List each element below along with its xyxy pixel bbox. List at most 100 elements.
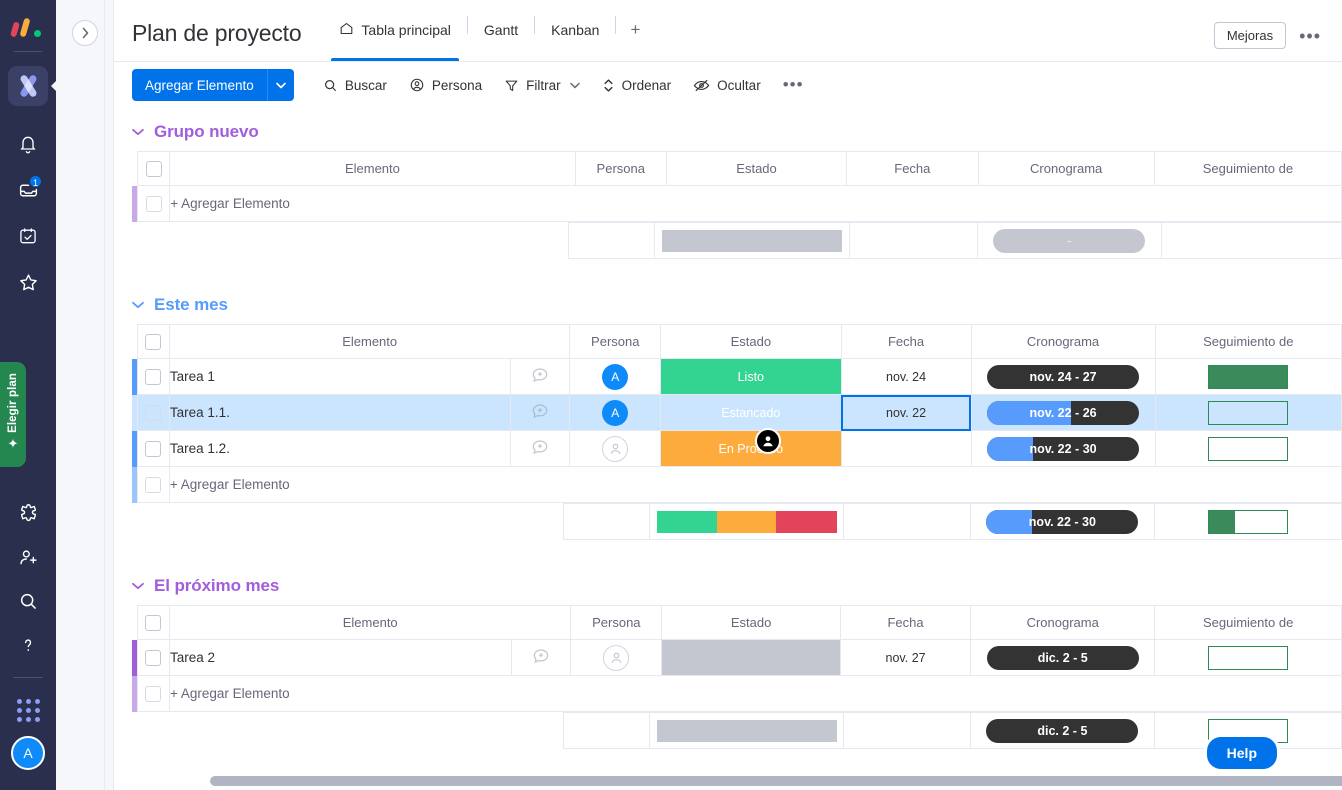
expand-sidebar-button[interactable] <box>72 20 98 46</box>
progress-cell[interactable] <box>1155 395 1341 431</box>
tab-tabla-principal[interactable]: Tabla principal <box>323 0 467 61</box>
chevron-down-icon[interactable] <box>132 579 144 593</box>
row-checkbox-cell[interactable] <box>137 359 169 395</box>
select-all-checkbox[interactable] <box>145 615 161 631</box>
column-header-status[interactable]: Estado <box>661 325 841 359</box>
add-item-button[interactable]: Agregar Elemento <box>132 69 267 101</box>
date-cell[interactable]: nov. 24 <box>841 359 971 395</box>
my-work-calendar-icon[interactable] <box>10 218 46 254</box>
summary-timeline-cell[interactable]: dic. 2 - 5 <box>970 713 1154 749</box>
row-checkbox-cell[interactable] <box>137 431 169 467</box>
column-header-status[interactable]: Estado <box>662 606 841 640</box>
column-header-person[interactable]: Persona <box>575 152 666 186</box>
add-item-split-button[interactable]: Agregar Elemento <box>132 69 294 101</box>
column-header-item[interactable]: Elemento <box>169 325 570 359</box>
avatar-placeholder-icon[interactable] <box>602 436 628 462</box>
select-all-cell[interactable] <box>137 152 169 186</box>
comments-cell[interactable] <box>512 640 571 676</box>
avatar-placeholder-icon[interactable] <box>603 645 629 671</box>
comments-cell[interactable] <box>511 431 570 467</box>
item-name-cell[interactable]: Tarea 1.1. <box>169 395 510 431</box>
row-checkbox[interactable] <box>146 196 162 212</box>
row-checkbox[interactable] <box>145 405 161 421</box>
products-grid-icon[interactable] <box>10 692 46 728</box>
avatar[interactable]: A <box>602 364 628 390</box>
group-header[interactable]: El próximo mes <box>114 562 1342 605</box>
row-checkbox[interactable] <box>145 686 161 702</box>
column-header-timeline[interactable]: Cronograma <box>978 152 1154 186</box>
summary-timeline-cell[interactable]: nov. 22 - 30 <box>970 504 1154 540</box>
column-header-date[interactable]: Fecha <box>840 606 970 640</box>
filter-button[interactable]: Filtrar <box>493 69 591 101</box>
add-item-caret-icon[interactable] <box>267 69 294 101</box>
horizontal-scrollbar[interactable] <box>210 776 1342 786</box>
notifications-bell-icon[interactable] <box>10 126 46 162</box>
row-checkbox[interactable] <box>145 477 161 493</box>
timeline-cell[interactable]: nov. 22 - 26 <box>971 395 1155 431</box>
add-view-button[interactable]: + <box>616 0 654 61</box>
search-everything-icon[interactable] <box>10 583 46 619</box>
sort-button[interactable]: Ordenar <box>591 69 683 101</box>
comments-cell[interactable] <box>511 359 570 395</box>
add-item-inline-button[interactable]: + Agregar Elemento <box>169 467 1341 503</box>
table-row[interactable]: Tarea 2 nov. 27 <box>132 640 1342 676</box>
comment-add-icon[interactable] <box>530 371 550 388</box>
row-checkbox-cell[interactable] <box>137 640 169 676</box>
comment-add-icon[interactable] <box>531 652 551 669</box>
person-cell[interactable]: A <box>570 359 661 395</box>
select-all-cell[interactable] <box>137 606 169 640</box>
person-cell[interactable]: A <box>570 395 661 431</box>
person-filter-button[interactable]: Persona <box>398 69 493 101</box>
avatar[interactable]: A <box>602 400 628 426</box>
status-cell[interactable]: En Proceso <box>661 431 841 467</box>
column-header-item[interactable]: Elemento <box>169 606 570 640</box>
chevron-down-icon[interactable] <box>132 125 144 139</box>
timeline-cell[interactable]: nov. 24 - 27 <box>971 359 1155 395</box>
select-all-cell[interactable] <box>137 325 169 359</box>
select-all-checkbox[interactable] <box>146 161 162 177</box>
column-header-date[interactable]: Fecha <box>847 152 978 186</box>
row-checkbox-cell[interactable] <box>137 676 169 712</box>
add-item-row[interactable]: + Agregar Elemento <box>132 676 1342 712</box>
table-row[interactable]: Tarea 1.2. En Proceso <box>132 431 1342 467</box>
inbox-icon[interactable]: 1 <box>10 172 46 208</box>
timeline-cell[interactable]: nov. 22 - 30 <box>971 431 1155 467</box>
choose-plan-tab[interactable]: Elegir plan ✦ <box>0 362 26 467</box>
progress-cell[interactable] <box>1155 431 1341 467</box>
item-name-cell[interactable]: Tarea 2 <box>169 640 511 676</box>
favorites-star-icon[interactable] <box>10 264 46 300</box>
toolbar-more-button[interactable]: ••• <box>772 75 815 95</box>
invite-members-icon[interactable] <box>10 539 46 575</box>
workspace-tile[interactable] <box>8 66 48 106</box>
comment-add-icon[interactable] <box>530 407 550 424</box>
table-row[interactable]: Tarea 1.1. A Estancado nov. 22 <box>132 395 1342 431</box>
row-checkbox-cell[interactable] <box>137 395 169 431</box>
search-button[interactable]: Buscar <box>312 69 398 101</box>
date-cell[interactable] <box>841 431 971 467</box>
hide-columns-button[interactable]: Ocultar <box>682 69 772 101</box>
apps-marketplace-icon[interactable] <box>10 495 46 531</box>
table-row[interactable]: Tarea 1 A Listo nov. 24 <box>132 359 1342 395</box>
date-cell[interactable]: nov. 27 <box>840 640 970 676</box>
board-more-menu-button[interactable]: ••• <box>1292 27 1328 45</box>
row-checkbox-cell[interactable] <box>137 467 169 503</box>
row-checkbox[interactable] <box>145 369 161 385</box>
column-header-date[interactable]: Fecha <box>841 325 971 359</box>
status-cell[interactable]: Estancado <box>661 395 841 431</box>
progress-cell[interactable] <box>1155 640 1342 676</box>
group-header[interactable]: Grupo nuevo <box>114 108 1342 151</box>
column-header-progress[interactable]: Seguimiento de <box>1155 606 1342 640</box>
tab-kanban[interactable]: Kanban <box>535 0 615 61</box>
chevron-down-icon[interactable] <box>132 298 144 312</box>
select-all-checkbox[interactable] <box>145 334 161 350</box>
user-avatar[interactable]: A <box>11 736 45 770</box>
person-cell[interactable] <box>570 431 661 467</box>
summary-status-cell[interactable] <box>649 713 843 749</box>
summary-status-cell[interactable] <box>649 504 843 540</box>
group-header[interactable]: Este mes <box>114 281 1342 324</box>
status-cell[interactable]: Listo <box>661 359 841 395</box>
column-header-status[interactable]: Estado <box>666 152 846 186</box>
tab-gantt[interactable]: Gantt <box>468 0 534 61</box>
summary-status-cell[interactable] <box>655 223 849 259</box>
add-item-inline-button[interactable]: + Agregar Elemento <box>169 676 1341 712</box>
